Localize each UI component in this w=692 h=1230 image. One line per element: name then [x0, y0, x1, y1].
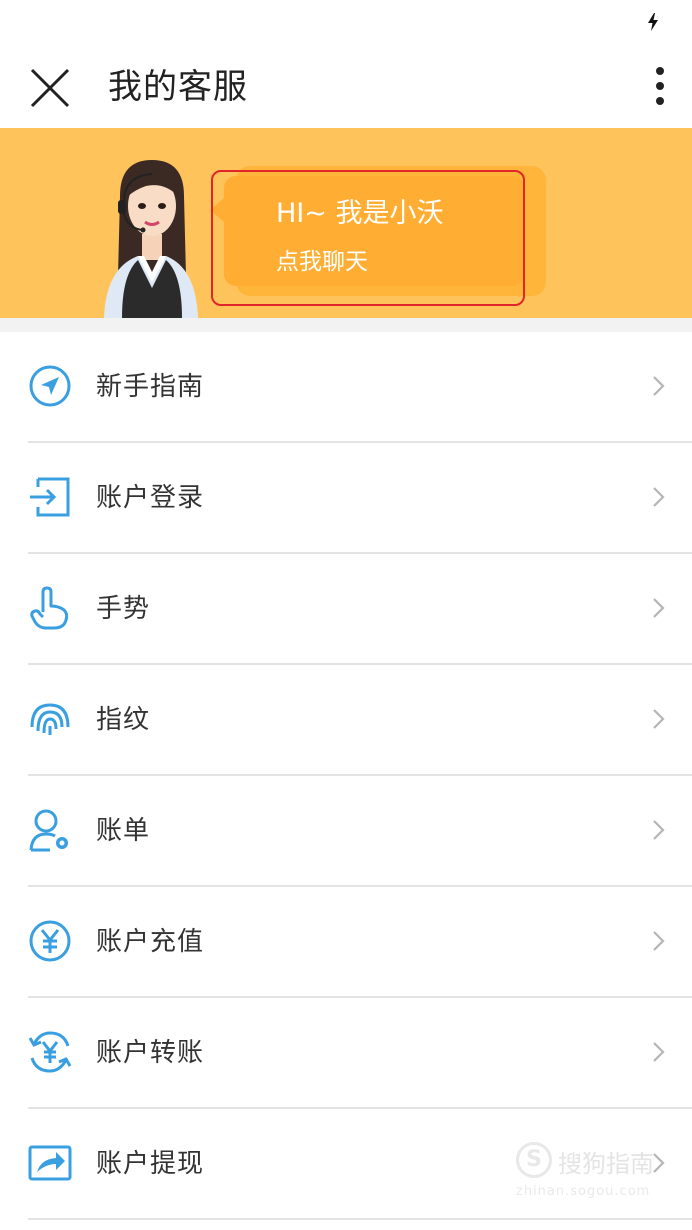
section-gap: [0, 318, 692, 332]
page-title: 我的客服: [108, 67, 248, 107]
charging-bolt-icon: [648, 13, 658, 31]
withdraw-icon: [28, 1145, 72, 1181]
close-icon[interactable]: [28, 66, 72, 110]
menu-item-bill[interactable]: 账单: [0, 776, 692, 887]
app-header: 我的客服: [0, 44, 692, 128]
menu-item-label: 账单: [96, 816, 151, 846]
menu-item-account-login[interactable]: 账户登录: [0, 443, 692, 554]
login-icon: [30, 477, 70, 517]
menu-item-label: 手势: [96, 594, 151, 624]
menu-item-label: 账户提现: [96, 1149, 205, 1179]
sogou-watermark: S 搜狗指南 zhinan.sogou.com: [512, 1140, 672, 1206]
menu-item-label: 账户登录: [96, 483, 205, 513]
sogou-logo-icon: S: [516, 1142, 552, 1178]
watermark-text: 搜狗指南: [558, 1150, 654, 1178]
fingerprint-icon: [30, 703, 70, 735]
watermark-url: zhinan.sogou.com: [516, 1184, 651, 1199]
hand-gesture-icon: [30, 586, 69, 630]
menu-item-label: 账户转账: [96, 1038, 205, 1068]
menu-item-label: 账户充值: [96, 927, 205, 957]
menu-item-beginner-guide[interactable]: 新手指南: [0, 332, 692, 443]
menu-item-account-recharge[interactable]: 账户充值: [0, 887, 692, 998]
menu-item-account-transfer[interactable]: 账户转账: [0, 998, 692, 1109]
chevron-right-icon: [653, 376, 665, 396]
menu-item-fingerprint[interactable]: 指纹: [0, 665, 692, 776]
chevron-right-icon: [653, 1042, 665, 1062]
divider: [28, 1218, 692, 1220]
chevron-right-icon: [653, 598, 665, 618]
menu-item-label: 指纹: [96, 705, 151, 735]
yuan-recharge-icon: [29, 920, 71, 962]
chevron-right-icon: [653, 709, 665, 729]
customer-service-banner: HI~ 我是小沃 点我聊天: [0, 128, 692, 318]
more-vertical-icon[interactable]: [650, 64, 670, 108]
compass-icon: [29, 365, 71, 407]
menu-item-label: 新手指南: [96, 372, 205, 402]
chevron-right-icon: [653, 931, 665, 951]
menu-item-gesture[interactable]: 手势: [0, 554, 692, 665]
user-settings-icon: [29, 809, 68, 852]
chevron-right-icon: [653, 820, 665, 840]
yuan-transfer-icon: [28, 1031, 72, 1073]
chevron-right-icon: [653, 487, 665, 507]
agent-avatar-illustration: [104, 160, 198, 318]
highlight-box: [211, 170, 525, 306]
service-menu-list: 新手指南 账户登录 手势 指纹 账单 账户充值 账户转账 账户提现: [0, 332, 692, 1220]
status-bar: [0, 0, 692, 44]
